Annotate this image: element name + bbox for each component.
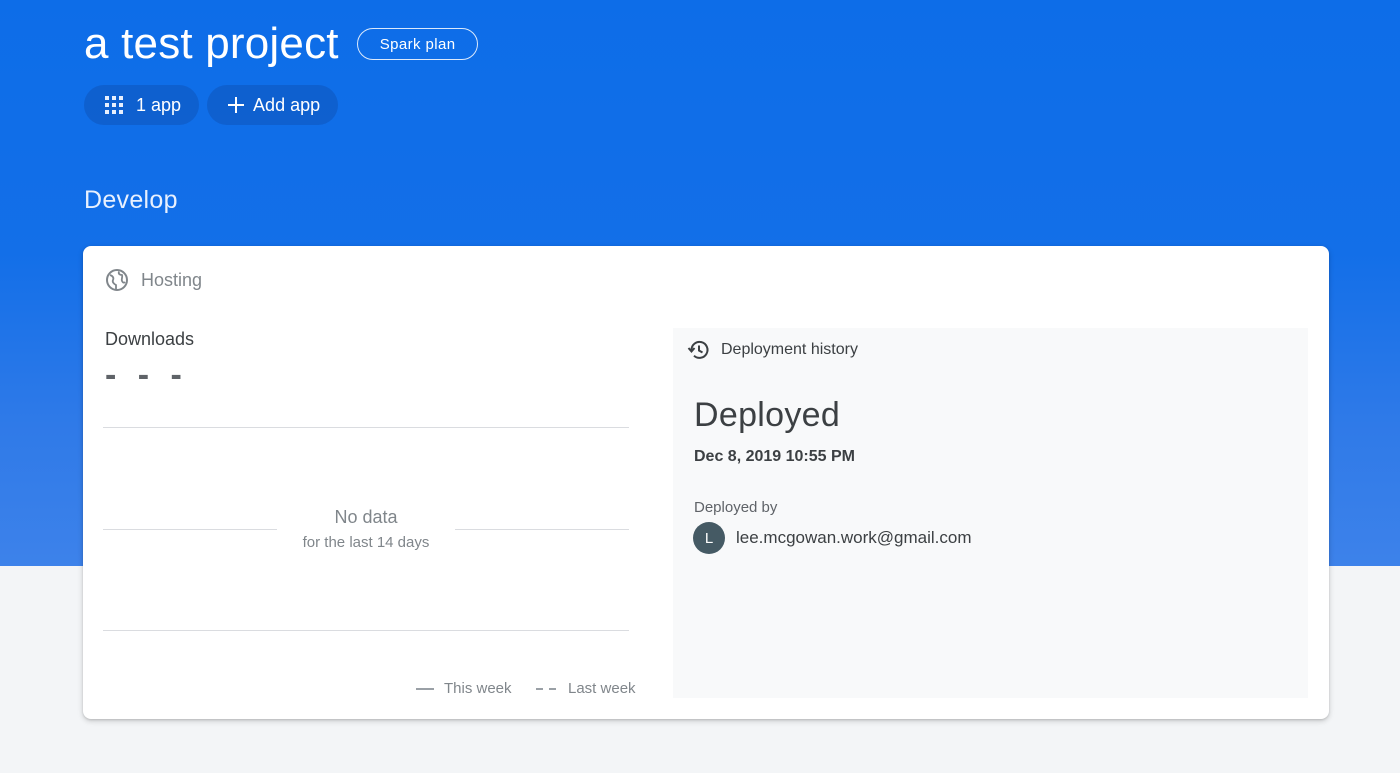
apps-chip-label: 1 app bbox=[136, 94, 182, 115]
apps-chip[interactable]: 1 app bbox=[84, 85, 200, 125]
deploy-status: Deployed bbox=[694, 396, 841, 434]
add-app-label: Add app bbox=[253, 94, 321, 115]
legend-this-week: This week bbox=[416, 680, 512, 697]
deployment-history-header: Deployment history bbox=[687, 338, 858, 362]
plan-chip[interactable]: Spark plan bbox=[356, 28, 479, 60]
legend-last-week: Last week bbox=[536, 680, 636, 697]
project-title: a test project bbox=[84, 19, 339, 68]
no-data-title: No data bbox=[334, 507, 398, 527]
plus-icon bbox=[227, 96, 245, 114]
add-app-button[interactable]: Add app bbox=[207, 85, 339, 125]
chart-gridline-middle-left bbox=[103, 529, 277, 530]
app-chips: 1 app Add app bbox=[84, 85, 339, 125]
no-data-subtitle: for the last 14 days bbox=[302, 534, 430, 551]
chart-gridline-bottom bbox=[103, 630, 629, 631]
chart-gridline-middle-right bbox=[455, 529, 629, 530]
legend-dashed-swatch bbox=[536, 687, 558, 690]
downloads-label: Downloads bbox=[105, 329, 195, 349]
deploy-date: Dec 8, 2019 10:55 PM bbox=[694, 448, 855, 465]
deployment-history-title: Deployment history bbox=[721, 341, 858, 358]
deployed-by-label: Deployed by bbox=[694, 499, 778, 516]
avatar: L bbox=[693, 522, 725, 554]
downloads-value: - - - bbox=[105, 356, 188, 394]
apps-grid-icon bbox=[104, 95, 124, 115]
history-icon bbox=[687, 338, 711, 362]
legend-solid-swatch bbox=[416, 687, 434, 690]
deployment-history-panel[interactable]: Deployment history Deployed Dec 8, 2019 … bbox=[673, 328, 1308, 698]
hosting-card[interactable]: Hosting Downloads - - - No data for the … bbox=[83, 246, 1329, 719]
chart-empty-state: No data for the last 14 days bbox=[276, 507, 456, 551]
chart-gridline-top bbox=[103, 427, 629, 428]
title-row: a test project Spark plan bbox=[84, 18, 479, 70]
legend-last-week-label: Last week bbox=[568, 680, 636, 697]
legend-this-week-label: This week bbox=[444, 680, 512, 697]
globe-icon bbox=[105, 268, 129, 292]
section-title-develop: Develop bbox=[84, 186, 178, 214]
hosting-card-title: Hosting bbox=[141, 269, 203, 290]
deployer-email: lee.mcgowan.work@gmail.com bbox=[736, 528, 972, 547]
hosting-card-header[interactable]: Hosting bbox=[105, 268, 202, 292]
deployer: L lee.mcgowan.work@gmail.com bbox=[693, 522, 972, 554]
